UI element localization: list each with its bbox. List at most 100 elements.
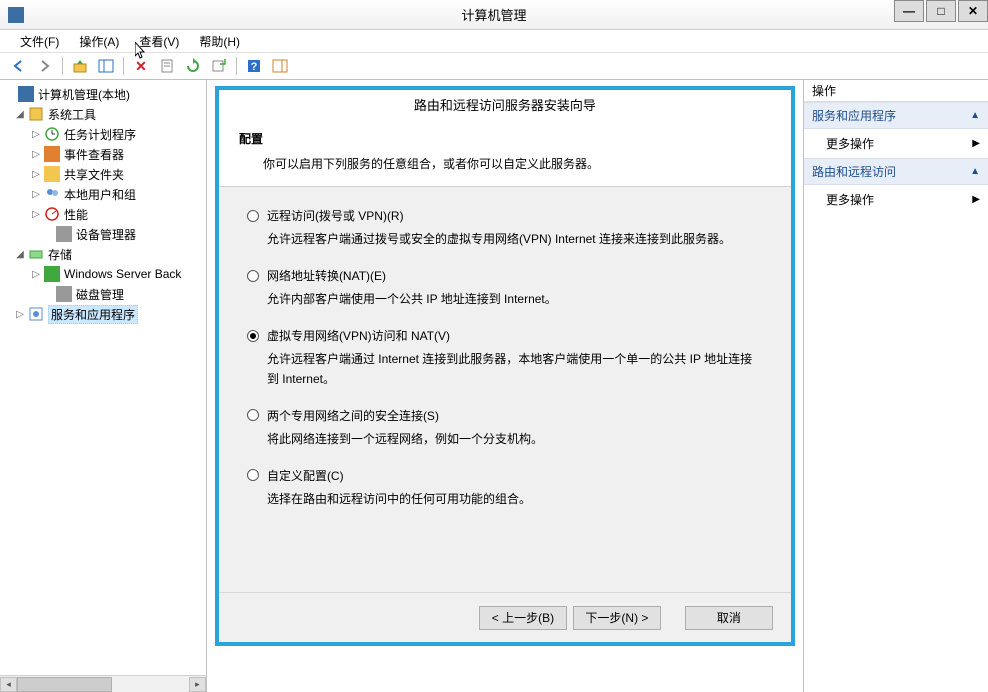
wizard-header-panel: 配置 你可以启用下列服务的任意组合，或者你可以自定义此服务器。	[219, 118, 791, 187]
tree-label: 存储	[48, 246, 72, 263]
expand-icon[interactable]: ▷	[30, 269, 42, 280]
radio-icon[interactable]	[247, 330, 259, 342]
option-description: 允许远程客户端通过拨号或安全的虚拟专用网络(VPN) Internet 连接来连…	[267, 230, 763, 249]
tree-label: 事件查看器	[64, 146, 124, 163]
toolbar-separator	[62, 57, 63, 75]
scroll-left-button[interactable]: ◂	[0, 677, 17, 692]
back-button[interactable]: < 上一步(B)	[479, 606, 567, 630]
up-folder-button[interactable]	[69, 55, 91, 77]
expand-icon[interactable]: ▷	[30, 209, 42, 220]
nav-forward-button[interactable]	[34, 55, 56, 77]
menu-file[interactable]: 文件(F)	[10, 31, 69, 52]
cancel-button[interactable]: 取消	[685, 606, 773, 630]
nav-back-button[interactable]	[8, 55, 30, 77]
refresh-button[interactable]	[182, 55, 204, 77]
tree-disk-management[interactable]: 磁盘管理	[0, 284, 206, 304]
menubar: 文件(F) 操作(A) 查看(V) 帮助(H)	[0, 30, 988, 52]
tree-event-viewer[interactable]: ▷ 事件查看器	[0, 144, 206, 164]
expand-icon[interactable]: ▷	[30, 169, 42, 180]
tree-performance[interactable]: ▷ 性能	[0, 204, 206, 224]
chevron-right-icon: ▶	[972, 138, 980, 149]
wizard-footer: < 上一步(B) 下一步(N) > 取消	[219, 592, 791, 642]
actions-more-2[interactable]: 更多操作 ▶	[804, 185, 988, 214]
tree-services-apps[interactable]: ▷ 服务和应用程序	[0, 304, 206, 324]
actions-section-rras[interactable]: 路由和远程访问 ▲	[804, 158, 988, 185]
horizontal-scrollbar[interactable]: ◂ ▸	[0, 675, 206, 692]
menu-view[interactable]: 查看(V)	[129, 31, 189, 52]
actions-more-1[interactable]: 更多操作 ▶	[804, 129, 988, 158]
users-icon	[44, 186, 60, 202]
help-button[interactable]: ?	[243, 55, 265, 77]
delete-button[interactable]: ✕	[130, 55, 152, 77]
tree-label: 性能	[64, 206, 88, 223]
tree-label: 设备管理器	[76, 226, 136, 243]
option-description: 选择在路由和远程访问中的任何可用功能的组合。	[267, 490, 763, 509]
minimize-button[interactable]: —	[894, 0, 924, 22]
expand-icon[interactable]: ▷	[14, 309, 26, 320]
wizard-subheading: 你可以启用下列服务的任意组合，或者你可以自定义此服务器。	[239, 155, 771, 172]
maximize-button[interactable]: □	[926, 0, 956, 22]
radio-icon[interactable]	[247, 469, 259, 481]
tree-local-users[interactable]: ▷ 本地用户和组	[0, 184, 206, 204]
tree-storage[interactable]: ◢ 存储	[0, 244, 206, 264]
tree-windows-server-backup[interactable]: ▷ Windows Server Back	[0, 264, 206, 284]
export-button[interactable]	[208, 55, 230, 77]
expand-icon[interactable]: ▷	[30, 149, 42, 160]
event-icon	[44, 146, 60, 162]
tree-system-tools[interactable]: ◢ 系统工具	[0, 104, 206, 124]
show-hide-tree-button[interactable]	[95, 55, 117, 77]
scroll-right-button[interactable]: ▸	[189, 677, 206, 692]
tree-label: 共享文件夹	[64, 166, 124, 183]
next-button[interactable]: 下一步(N) >	[573, 606, 661, 630]
tree-shared-folders[interactable]: ▷ 共享文件夹	[0, 164, 206, 184]
close-button[interactable]: ✕	[958, 0, 988, 22]
wizard-heading: 配置	[239, 130, 771, 147]
show-hide-action-pane-button[interactable]	[269, 55, 291, 77]
expand-icon[interactable]: ▷	[30, 129, 42, 140]
collapse-icon: ▲	[970, 166, 980, 177]
option-label: 自定义配置(C)	[267, 467, 344, 484]
computer-icon	[18, 86, 34, 102]
radio-icon[interactable]	[247, 409, 259, 421]
wizard-dialog: 路由和远程访问服务器安装向导 配置 你可以启用下列服务的任意组合，或者你可以自定…	[215, 86, 795, 646]
option-label: 网络地址转换(NAT)(E)	[267, 267, 386, 284]
tree-label: 磁盘管理	[76, 286, 124, 303]
collapse-icon[interactable]: ◢	[14, 109, 26, 120]
actions-section-label: 路由和远程访问	[812, 163, 896, 180]
option-custom[interactable]: 自定义配置(C) 选择在路由和远程访问中的任何可用功能的组合。	[247, 467, 763, 509]
properties-button[interactable]	[156, 55, 178, 77]
option-description: 允许内部客户端使用一个公共 IP 地址连接到 Internet。	[267, 290, 763, 309]
actions-panel: 操作 服务和应用程序 ▲ 更多操作 ▶ 路由和远程访问 ▲ 更多操作 ▶	[803, 80, 988, 692]
main-area: 计算机管理(本地) ◢ 系统工具 ▷ 任务计划程序 ▷ 事件查看器 ▷ 共享文件	[0, 80, 988, 692]
backup-icon	[44, 266, 60, 282]
option-vpn-nat[interactable]: 虚拟专用网络(VPN)访问和 NAT(V) 允许远程客户端通过 Internet…	[247, 327, 763, 388]
actions-section-services[interactable]: 服务和应用程序 ▲	[804, 102, 988, 129]
option-nat[interactable]: 网络地址转换(NAT)(E) 允许内部客户端使用一个公共 IP 地址连接到 In…	[247, 267, 763, 309]
performance-icon	[44, 206, 60, 222]
tree-label: 服务和应用程序	[48, 305, 138, 324]
option-secure-connection[interactable]: 两个专用网络之间的安全连接(S) 将此网络连接到一个远程网络，例如一个分支机构。	[247, 407, 763, 449]
menu-help[interactable]: 帮助(H)	[189, 31, 250, 52]
tree-label: 任务计划程序	[64, 126, 136, 143]
collapse-icon[interactable]: ◢	[14, 249, 26, 260]
storage-icon	[28, 246, 44, 262]
option-remote-access[interactable]: 远程访问(拨号或 VPN)(R) 允许远程客户端通过拨号或安全的虚拟专用网络(V…	[247, 207, 763, 249]
tree-root[interactable]: 计算机管理(本地)	[0, 84, 206, 104]
tree-label: 系统工具	[48, 106, 96, 123]
tree-device-manager[interactable]: 设备管理器	[0, 224, 206, 244]
tree-task-scheduler[interactable]: ▷ 任务计划程序	[0, 124, 206, 144]
option-label: 远程访问(拨号或 VPN)(R)	[267, 207, 404, 224]
scroll-thumb[interactable]	[17, 677, 112, 692]
tree-panel: 计算机管理(本地) ◢ 系统工具 ▷ 任务计划程序 ▷ 事件查看器 ▷ 共享文件	[0, 80, 207, 692]
expand-icon[interactable]: ▷	[30, 189, 42, 200]
scroll-track[interactable]	[17, 677, 189, 692]
radio-icon[interactable]	[247, 270, 259, 282]
titlebar: 计算机管理 — □ ✕	[0, 0, 988, 30]
wizard-title: 路由和远程访问服务器安装向导	[219, 90, 791, 118]
window-controls: — □ ✕	[894, 0, 988, 22]
toolbar: ✕ ?	[0, 52, 988, 80]
shared-folder-icon	[44, 166, 60, 182]
menu-action[interactable]: 操作(A)	[69, 31, 129, 52]
radio-icon[interactable]	[247, 210, 259, 222]
services-icon	[28, 306, 44, 322]
